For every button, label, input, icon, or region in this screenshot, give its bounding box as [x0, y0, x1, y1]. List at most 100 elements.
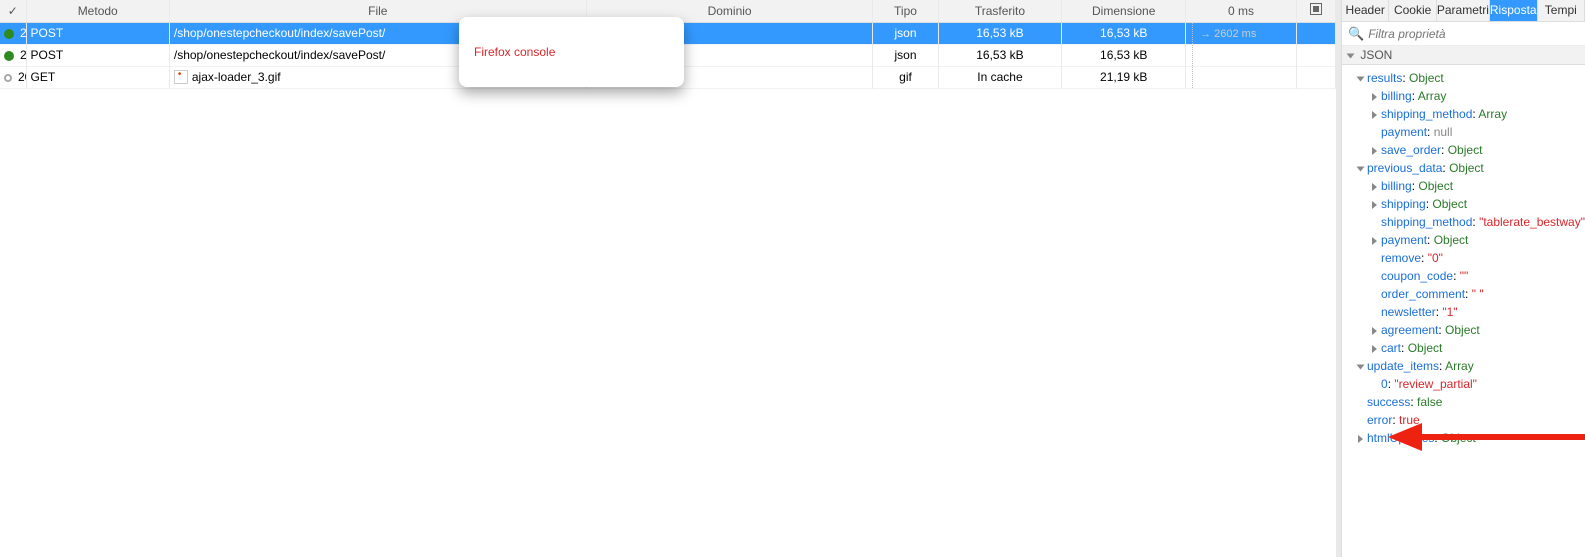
tab-cookie[interactable]: Cookie: [1389, 0, 1436, 21]
filter-input[interactable]: [1368, 27, 1579, 41]
cell-method: POST: [26, 22, 169, 44]
col-check[interactable]: ✓: [0, 0, 26, 22]
tree-node[interactable]: coupon_code: "": [1352, 267, 1585, 285]
chevron-down-icon: [1357, 76, 1365, 81]
tree-node[interactable]: payment: Object: [1352, 231, 1585, 249]
col-method[interactable]: Metodo: [26, 0, 169, 22]
tree-value: Object: [1409, 71, 1444, 85]
col-type[interactable]: Tipo: [873, 0, 938, 22]
tree-value: Array: [1418, 89, 1447, 103]
cell-type: json: [873, 22, 938, 44]
cell-type: gif: [873, 66, 938, 88]
tree-key: coupon_code: [1381, 269, 1453, 283]
cell-type: json: [873, 44, 938, 66]
tree-node[interactable]: cart: Object: [1352, 339, 1585, 357]
filter-bar: 🔍: [1342, 22, 1585, 46]
tree-node[interactable]: billing: Array: [1352, 87, 1585, 105]
cell-status: 200: [0, 44, 26, 66]
chevron-right-icon: [1372, 111, 1377, 119]
chevron-right-icon: [1358, 435, 1363, 443]
tab-parametri[interactable]: Parametri: [1437, 0, 1490, 21]
cell-size: 16,53 kB: [1062, 22, 1186, 44]
status-ok-icon: [4, 29, 14, 39]
tree-key: htmlUpdates: [1367, 431, 1434, 445]
callout-text: Firefox console: [474, 45, 555, 59]
tab-risposta[interactable]: Risposta: [1490, 0, 1538, 21]
tree-key: previous_data: [1367, 161, 1442, 175]
tree-node[interactable]: results: Object: [1352, 69, 1585, 87]
status-pending-icon: [4, 74, 12, 82]
tree-node[interactable]: previous_data: Object: [1352, 159, 1585, 177]
tree-key: save_order: [1381, 143, 1441, 157]
cell-method: POST: [26, 44, 169, 66]
col-ms[interactable]: 0 ms: [1186, 0, 1297, 22]
tree-value: null: [1434, 125, 1453, 139]
chevron-down-icon: [1347, 53, 1355, 58]
tree-colon: :: [1441, 143, 1448, 157]
cell-size: 16,53 kB: [1062, 44, 1186, 66]
section-label: JSON: [1360, 48, 1392, 62]
tree-node[interactable]: htmlUpdates: Object: [1352, 429, 1585, 447]
tree-node[interactable]: save_order: Object: [1352, 141, 1585, 159]
tree-key: newsletter: [1381, 305, 1436, 319]
timeline-label: → 2602 ms: [1200, 28, 1256, 40]
tree-node[interactable]: shipping: Object: [1352, 195, 1585, 213]
tree-colon: :: [1427, 125, 1434, 139]
tree-node[interactable]: newsletter: "1": [1352, 303, 1585, 321]
col-tx[interactable]: Trasferito: [938, 0, 1062, 22]
tree-key: remove: [1381, 251, 1421, 265]
tree-value: "tablerate_bestway": [1479, 215, 1585, 229]
tree-value: Object: [1408, 341, 1443, 355]
tree-node[interactable]: success: false: [1352, 393, 1585, 411]
tree-key: cart: [1381, 341, 1401, 355]
tree-value: false: [1417, 395, 1442, 409]
tree-key: payment: [1381, 125, 1427, 139]
cell-transferred: In cache: [938, 66, 1062, 88]
tab-header[interactable]: Header: [1342, 0, 1389, 21]
tab-tempi[interactable]: Tempi: [1538, 0, 1585, 21]
tree-node[interactable]: agreement: Object: [1352, 321, 1585, 339]
cell-method: GET: [26, 66, 169, 88]
tree-colon: :: [1427, 233, 1434, 247]
chevron-down-icon: [1357, 166, 1365, 171]
chevron-right-icon: [1372, 183, 1377, 191]
timeline-mode-icon: [1310, 3, 1322, 15]
tree-key: agreement: [1381, 323, 1438, 337]
tree-node[interactable]: update_items: Array: [1352, 357, 1585, 375]
tree-node[interactable]: 0: "review_partial": [1352, 375, 1585, 393]
chevron-right-icon: [1372, 345, 1377, 353]
col-end[interactable]: [1296, 0, 1335, 22]
tree-value: Object: [1441, 431, 1476, 445]
cell-timeline: [1186, 66, 1297, 88]
tree-node[interactable]: payment: null: [1352, 123, 1585, 141]
tree-key: payment: [1381, 233, 1427, 247]
tree-value: "review_partial": [1394, 377, 1477, 391]
tree-colon: :: [1465, 287, 1472, 301]
tree-value: "1": [1442, 305, 1457, 319]
chevron-right-icon: [1372, 201, 1377, 209]
tree-node[interactable]: billing: Object: [1352, 177, 1585, 195]
chevron-down-icon: [1357, 364, 1365, 369]
tree-node[interactable]: remove: "0": [1352, 249, 1585, 267]
tree-node[interactable]: shipping_method: Array: [1352, 105, 1585, 123]
col-size[interactable]: Dimensione: [1062, 0, 1186, 22]
tree-node[interactable]: order_comment: " ": [1352, 285, 1585, 303]
response-tabs: HeaderCookieParametriRispostaTempi: [1342, 0, 1585, 22]
cell-status: 200: [0, 66, 26, 88]
annotation-callout: Firefox console: [459, 17, 684, 87]
tree-value: Object: [1434, 233, 1469, 247]
tree-key: billing: [1381, 179, 1412, 193]
tree-value: Array: [1445, 359, 1474, 373]
cell-timeline: → 2602 ms: [1186, 22, 1297, 44]
network-panel: ✓ Metodo File Dominio Tipo Trasferito Di…: [0, 0, 1341, 557]
tree-key: update_items: [1367, 359, 1439, 373]
tree-key: order_comment: [1381, 287, 1465, 301]
tree-node[interactable]: shipping_method: "tablerate_bestway": [1352, 213, 1585, 231]
tree-key: shipping_method: [1381, 215, 1472, 229]
tree-colon: :: [1402, 71, 1409, 85]
tree-key: shipping_method: [1381, 107, 1472, 121]
tree-node[interactable]: error: true: [1352, 411, 1585, 429]
tree-key: success: [1367, 395, 1410, 409]
json-section-header[interactable]: JSON: [1342, 46, 1585, 65]
tree-key: results: [1367, 71, 1402, 85]
